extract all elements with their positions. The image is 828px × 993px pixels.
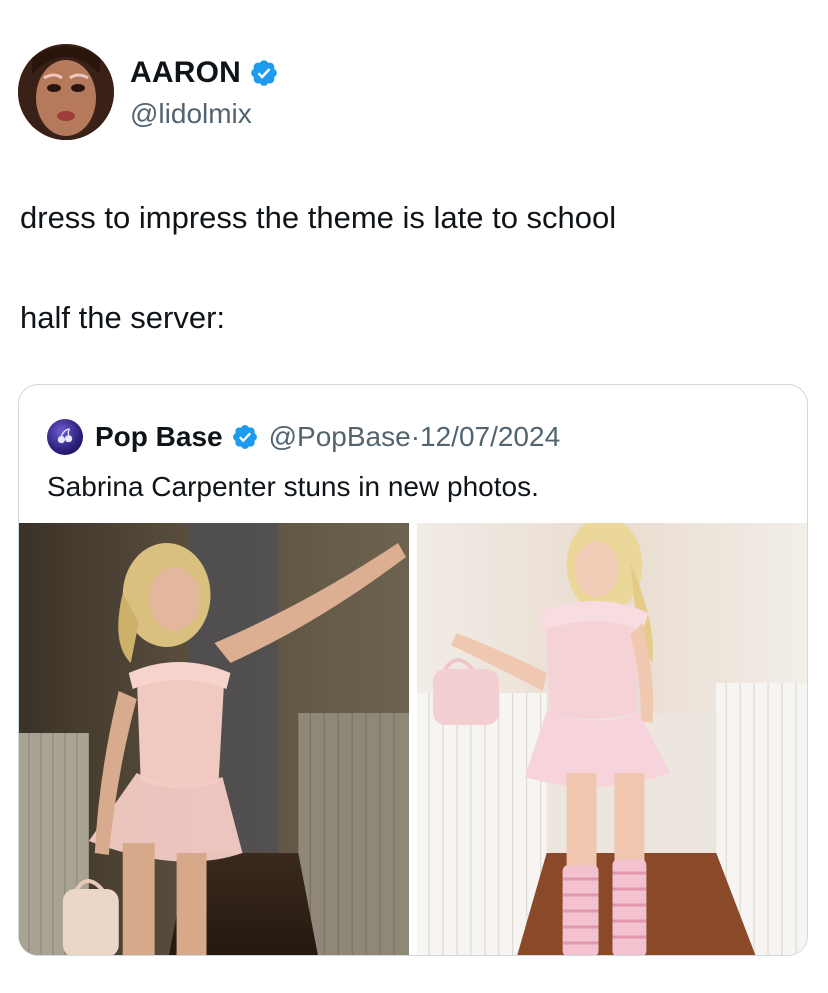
quoted-author-avatar[interactable] [47, 419, 83, 455]
meta-separator: · [410, 421, 421, 452]
author-avatar-image [18, 44, 114, 140]
author-name-row: AARON [130, 56, 279, 90]
author-handle[interactable]: @lidolmix [130, 98, 252, 130]
quoted-tweet-header: Pop Base @PopBase · 12/07/2024 [47, 419, 560, 455]
verified-badge-icon [249, 58, 279, 88]
author-display-name[interactable]: AARON [130, 56, 241, 90]
quoted-author-handle[interactable]: @PopBase [269, 421, 411, 453]
tweet-text-line-1: dress to impress the theme is late to sc… [20, 200, 617, 235]
tweet-text-line-2: half the server: [20, 300, 226, 335]
quoted-tweet-date[interactable]: 12/07/2024 [420, 421, 560, 453]
quoted-author-display-name[interactable]: Pop Base [95, 421, 223, 453]
quoted-tweet-card[interactable]: Pop Base @PopBase · 12/07/2024 Sabrina C… [18, 384, 808, 956]
verified-badge-icon [231, 423, 259, 451]
photo-1[interactable] [19, 523, 409, 955]
quoted-tweet-photos [19, 523, 807, 955]
author-avatar[interactable] [18, 44, 114, 140]
quoted-tweet-text: Sabrina Carpenter stuns in new photos. [47, 471, 539, 502]
cherry-icon [57, 428, 73, 444]
photo-2[interactable] [417, 523, 807, 955]
